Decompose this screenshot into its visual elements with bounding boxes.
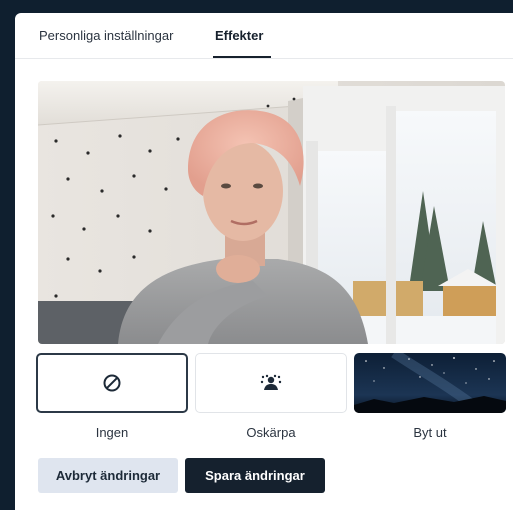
active-tab-indicator — [213, 56, 271, 58]
effect-none-label: Ingen — [95, 425, 129, 440]
save-changes-button[interactable]: Spara ändringar — [185, 458, 325, 493]
camera-preview-image — [38, 81, 505, 344]
effect-blur-label: Oskärpa — [246, 425, 296, 440]
cancel-changes-button[interactable]: Avbryt ändringar — [38, 458, 178, 493]
tab-effects[interactable]: Effekter — [215, 28, 263, 44]
tab-bar: Personliga inställningar Effekter — [15, 13, 513, 59]
effect-replace-option[interactable] — [354, 353, 506, 413]
tab-personal-settings[interactable]: Personliga inställningar — [39, 28, 173, 44]
effect-none-option[interactable] — [36, 353, 188, 413]
settings-panel: Personliga inställningar Effekter Ingen … — [15, 13, 513, 510]
blur-person-icon — [260, 374, 282, 390]
effect-blur-option[interactable] — [195, 353, 347, 413]
effect-replace-label: Byt ut — [413, 425, 447, 440]
night-sky-thumbnail — [354, 353, 506, 413]
none-icon — [103, 374, 121, 392]
background-effects: Ingen Oskärpa Byt ut — [36, 353, 506, 443]
camera-preview — [38, 81, 505, 344]
